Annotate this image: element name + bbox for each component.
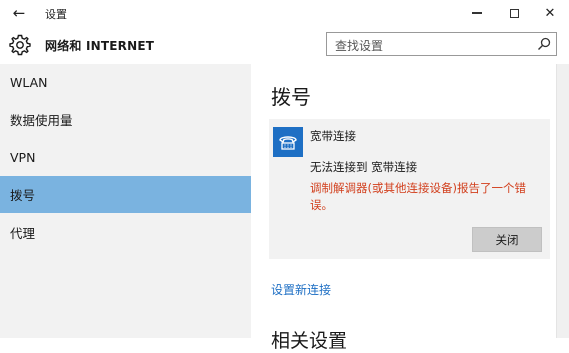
phone-icon	[279, 136, 297, 150]
gear-icon	[9, 34, 31, 56]
arrow-left-icon: ←	[12, 4, 26, 22]
header: 网络和 INTERNET 查找设置	[0, 26, 569, 64]
back-button[interactable]: ←	[8, 3, 30, 23]
page-title: 拨号	[271, 85, 311, 109]
setup-new-connection-link[interactable]: 设置新连接	[271, 281, 331, 298]
sidebar-item-data-usage[interactable]: 数据使用量	[0, 101, 251, 138]
sidebar-item-label: 拨号	[10, 188, 36, 203]
sidebar-item-wlan[interactable]: WLAN	[0, 64, 251, 101]
connection-name: 宽带连接	[310, 129, 356, 143]
sidebar-item-proxy[interactable]: 代理	[0, 214, 251, 251]
sidebar-item-label: WLAN	[10, 75, 48, 90]
close-window-button[interactable]: ✕	[533, 0, 567, 26]
close-button[interactable]: 关闭	[472, 227, 542, 252]
sidebar-item-label: VPN	[10, 150, 36, 165]
minimize-icon	[472, 12, 482, 14]
window-title: 设置	[45, 8, 67, 21]
related-settings-heading: 相关设置	[271, 330, 348, 352]
main-content: 拨号 宽带连接 无法连接到 宽带连接 调制解调器(或其他连接设备)报告了一个错误…	[251, 64, 556, 352]
sidebar: WLAN 数据使用量 VPN 拨号 代理	[0, 64, 251, 338]
search-icon[interactable]	[536, 36, 552, 52]
error-message: 调制解调器(或其他连接设备)报告了一个错误。	[310, 181, 526, 212]
search-input[interactable]: 查找设置	[335, 37, 383, 54]
maximize-icon	[509, 8, 519, 18]
title-bar: ← 设置 ✕	[0, 0, 569, 26]
connection-status: 无法连接到 宽带连接	[310, 160, 418, 174]
connection-card[interactable]: 宽带连接 无法连接到 宽带连接 调制解调器(或其他连接设备)报告了一个错误。 关…	[269, 119, 550, 259]
close-icon: ✕	[544, 5, 556, 21]
page-category-title: 网络和 INTERNET	[45, 39, 155, 53]
sidebar-item-label: 代理	[10, 226, 36, 241]
maximize-button[interactable]	[497, 0, 531, 26]
scrollbar[interactable]	[556, 64, 569, 338]
sidebar-item-dialup[interactable]: 拨号	[0, 176, 251, 213]
sidebar-item-label: 数据使用量	[10, 113, 73, 128]
search-box[interactable]: 查找设置	[326, 32, 557, 56]
minimize-button[interactable]	[460, 0, 494, 26]
sidebar-item-vpn[interactable]: VPN	[0, 139, 251, 176]
dialup-phone-icon	[273, 127, 303, 157]
